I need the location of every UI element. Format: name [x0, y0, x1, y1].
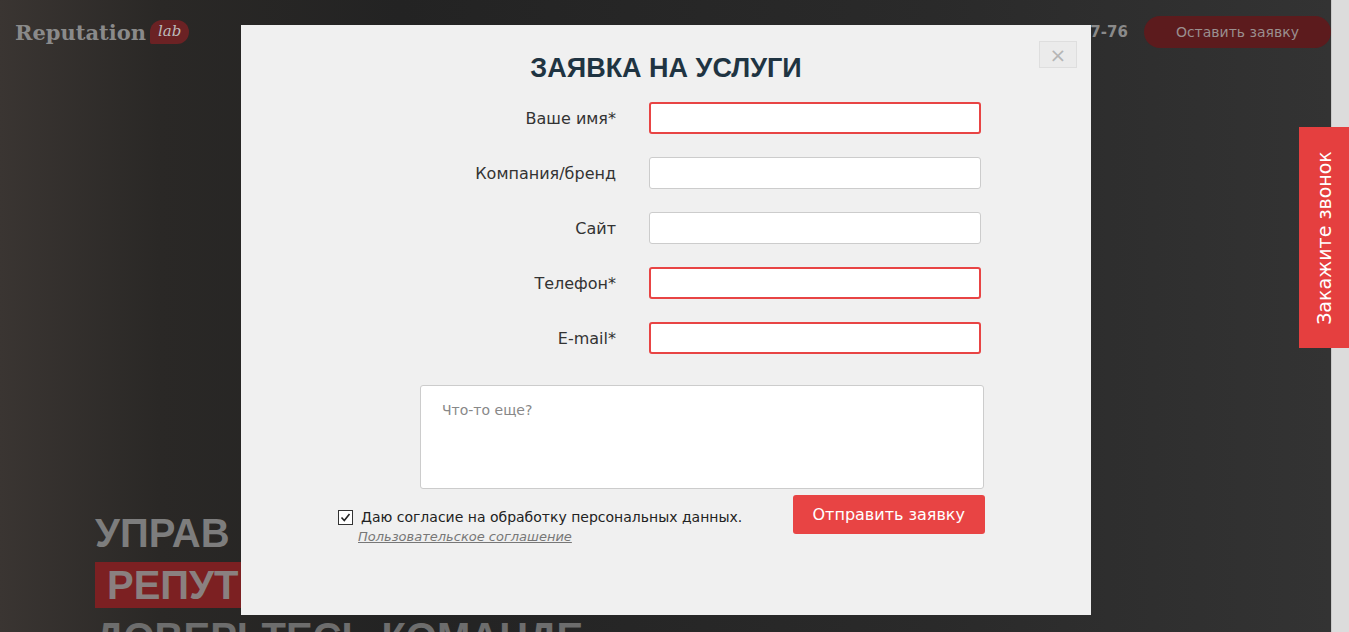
form-row: E-mail*	[241, 322, 1091, 354]
field-label: Сайт	[241, 219, 616, 238]
form-row: Телефон*	[241, 267, 1091, 299]
comment-field[interactable]	[420, 385, 984, 489]
close-button[interactable]: ×	[1039, 41, 1077, 68]
submit-button[interactable]: Отправить заявку	[793, 495, 986, 534]
field-label: Компания/бренд	[241, 164, 616, 183]
consent-row[interactable]: Даю согласие на обработку персональных д…	[338, 509, 783, 525]
field-label: Телефон*	[241, 274, 616, 293]
text-field[interactable]	[649, 212, 981, 244]
consent: Даю согласие на обработку персональных д…	[338, 495, 783, 544]
form-row: Компания/бренд	[241, 157, 1091, 189]
text-field[interactable]	[649, 157, 981, 189]
hero-heading: ДОВЕРЬТЕСЬ КОМАНДЕ	[95, 614, 583, 632]
text-field[interactable]	[649, 102, 981, 134]
form-fields: Ваше имя* Компания/бренд Сайт Телефон* E-mai…	[241, 102, 1091, 354]
field-label: Ваше имя*	[241, 109, 616, 128]
text-field[interactable]	[649, 267, 981, 299]
consent-checkbox[interactable]	[338, 510, 353, 525]
field-label: E-mail*	[241, 329, 616, 348]
hero-heading: УПРАВ	[95, 510, 230, 556]
form-row: Сайт	[241, 212, 1091, 244]
request-button[interactable]: Оставить заявку	[1144, 16, 1331, 48]
logo-badge: lab	[150, 20, 189, 44]
agreement-link[interactable]: Пользовательское соглашение	[358, 529, 783, 544]
modal-title: ЗАЯВКА НА УСЛУГИ	[241, 53, 1091, 84]
check-icon	[340, 512, 351, 523]
logo[interactable]: Reputationlab	[15, 20, 189, 45]
callback-tab[interactable]: Закажите звонок	[1299, 127, 1349, 348]
form-footer: Даю согласие на обработку персональных д…	[241, 489, 1091, 544]
callback-label: Закажите звонок	[1313, 151, 1335, 325]
request-modal: ×ЗАЯВКА НА УСЛУГИ Ваше имя* Компания/бренд…	[241, 25, 1091, 615]
logo-text: Reputation	[15, 20, 146, 45]
text-field[interactable]	[649, 322, 981, 354]
form-row: Ваше имя*	[241, 102, 1091, 134]
consent-label: Даю согласие на обработку персональных д…	[361, 509, 742, 525]
hero-heading: РЕПУТ	[95, 562, 250, 608]
